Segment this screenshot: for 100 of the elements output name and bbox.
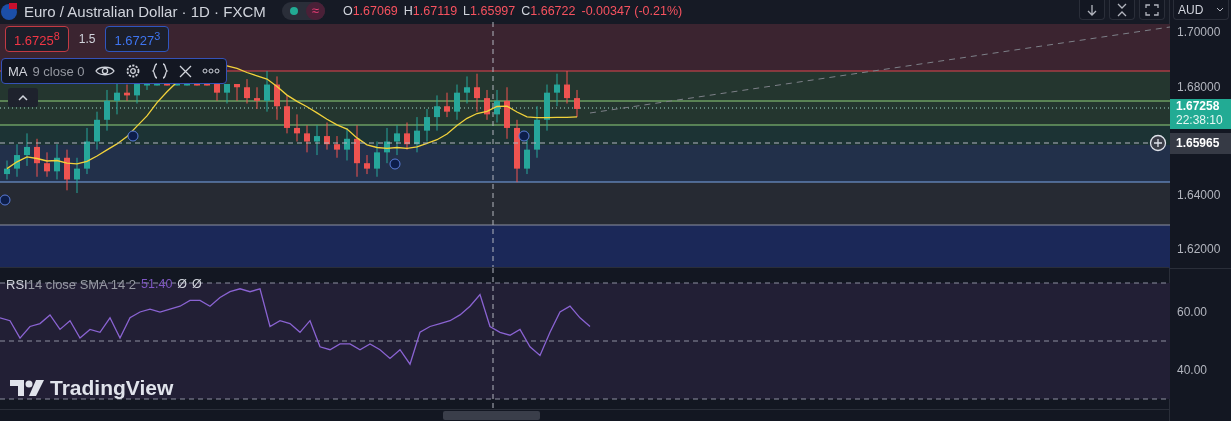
signal-marker-icon: [0, 194, 11, 206]
candle: [434, 94, 440, 132]
market-status-toggle[interactable]: ≈: [281, 2, 325, 20]
braces-icon[interactable]: [150, 63, 169, 79]
candle: [534, 105, 540, 159]
candle: [34, 138, 40, 178]
candle: [14, 143, 20, 178]
candle: [354, 124, 360, 178]
indicator-params: 9 close 0: [32, 63, 85, 79]
signal-marker-icon: [389, 158, 401, 170]
candle: [64, 149, 70, 191]
spread-value: 1.5: [78, 32, 96, 46]
candle: [104, 89, 110, 132]
candle: [404, 122, 410, 151]
indicator-value: Ø: [177, 277, 188, 292]
candle: [444, 92, 450, 118]
candle: [574, 89, 580, 118]
indicator-name: RSI: [6, 276, 28, 292]
candle: [324, 122, 330, 151]
candle: [54, 143, 60, 180]
candle: [114, 83, 120, 115]
candle: [524, 138, 530, 175]
scrollbar-thumb[interactable]: [443, 411, 540, 421]
ohlc-value: 1.67069: [352, 4, 398, 18]
signal-marker-icon: [518, 130, 530, 142]
candle: [544, 84, 550, 132]
price-tick: 1.62000: [1177, 242, 1221, 256]
price-axis[interactable]: AUD 1.70000 1.68000 1.64000 1.62000 1.67258 22:38:10 1.65965: [1170, 0, 1231, 268]
candle: [234, 83, 240, 102]
price-tick: 1.70000: [1177, 25, 1221, 39]
ohlc-value: 1.67119: [412, 4, 458, 18]
fullscreen-icon[interactable]: [1139, 0, 1165, 20]
candle: [274, 75, 280, 121]
ohlc-label: H: [403, 4, 413, 18]
ohlc-label: L: [463, 4, 471, 18]
candle: [554, 73, 560, 107]
currency-dropdown[interactable]: AUD: [1173, 0, 1229, 20]
candle: [74, 157, 80, 194]
status-glyph: ≈: [305, 2, 325, 20]
ohlc-label: O: [342, 4, 353, 18]
eye-icon[interactable]: [94, 65, 115, 77]
candle: [254, 86, 260, 110]
ohlc-value: 1.66722: [530, 4, 576, 18]
candle: [344, 127, 350, 161]
crosshair-price-tag: 1.65965: [1170, 133, 1231, 154]
last-price: 1.67258: [1176, 99, 1221, 113]
price-chart-pane[interactable]: Euro / Australian Dollar · 1D · FXCM ≈ O1.67069 H1.67119 L1.65997 C1.66722 -0.00347 (-0.21%) 1.6725$^{8}$ 1.5 1.6727$^{3}$ MA 9 close 0: [0, 0, 1169, 267]
candle: [94, 111, 100, 151]
more-icon[interactable]: [201, 68, 220, 74]
chevron-down-icon: [1216, 7, 1224, 12]
settings-icon[interactable]: [124, 63, 141, 79]
candle: [394, 124, 400, 156]
price-tick: 1.64000: [1177, 188, 1221, 202]
candle: [214, 83, 220, 102]
buy-button[interactable]: 1.6727$^{3}$: [105, 26, 170, 52]
indicator-params: 14 close SMA 14 2: [27, 276, 137, 292]
candle: [304, 124, 310, 153]
bar-countdown: 22:38:10: [1176, 113, 1224, 127]
candle: [224, 83, 230, 105]
candle: [24, 132, 30, 167]
collapse-icon[interactable]: [1109, 0, 1135, 20]
candle: [484, 89, 490, 121]
add-icon[interactable]: [1149, 134, 1167, 152]
indicator-value: 51.40: [141, 277, 173, 292]
candle: [284, 94, 290, 134]
collapse-legend-button[interactable]: [8, 88, 38, 107]
candle: [4, 160, 10, 180]
ohlc-value: 1.65997: [470, 4, 516, 18]
arrow-down-icon[interactable]: [1079, 0, 1105, 20]
candle: [204, 83, 210, 86]
candle: [44, 151, 50, 178]
candle: [294, 113, 300, 142]
indicator-legend[interactable]: MA 9 close 0: [1, 58, 227, 84]
candle: [374, 141, 380, 178]
logo-text: TradingView: [50, 375, 174, 400]
price-change: -0.00347 (-0.21%): [581, 4, 683, 18]
rsi-axis[interactable]: 60.00 40.00: [1170, 268, 1231, 411]
status-dot-icon: [289, 7, 298, 15]
candle: [184, 83, 190, 86]
close-icon[interactable]: [178, 64, 192, 78]
rsi-tick: 40.00: [1177, 363, 1208, 377]
ohlc-label: C: [521, 4, 531, 18]
candle: [474, 73, 480, 113]
indicator-value: Ø: [192, 277, 202, 292]
price-tick: 1.68000: [1177, 80, 1221, 94]
candle: [384, 127, 390, 164]
candle: [264, 70, 270, 113]
indicator-name: MA: [8, 63, 28, 79]
candle: [454, 84, 460, 121]
candle: [84, 127, 90, 175]
sell-button[interactable]: 1.6725$^{8}$: [5, 26, 69, 52]
candle: [124, 84, 130, 102]
candle: [514, 119, 520, 183]
candle: [564, 70, 570, 105]
symbol-title[interactable]: Euro / Australian Dollar · 1D · FXCM: [24, 2, 266, 20]
rsi-tick: 60.00: [1177, 305, 1208, 319]
candle: [314, 124, 320, 156]
trend-line[interactable]: [589, 26, 1170, 114]
candle: [414, 116, 420, 153]
logo-icon: [10, 378, 44, 397]
